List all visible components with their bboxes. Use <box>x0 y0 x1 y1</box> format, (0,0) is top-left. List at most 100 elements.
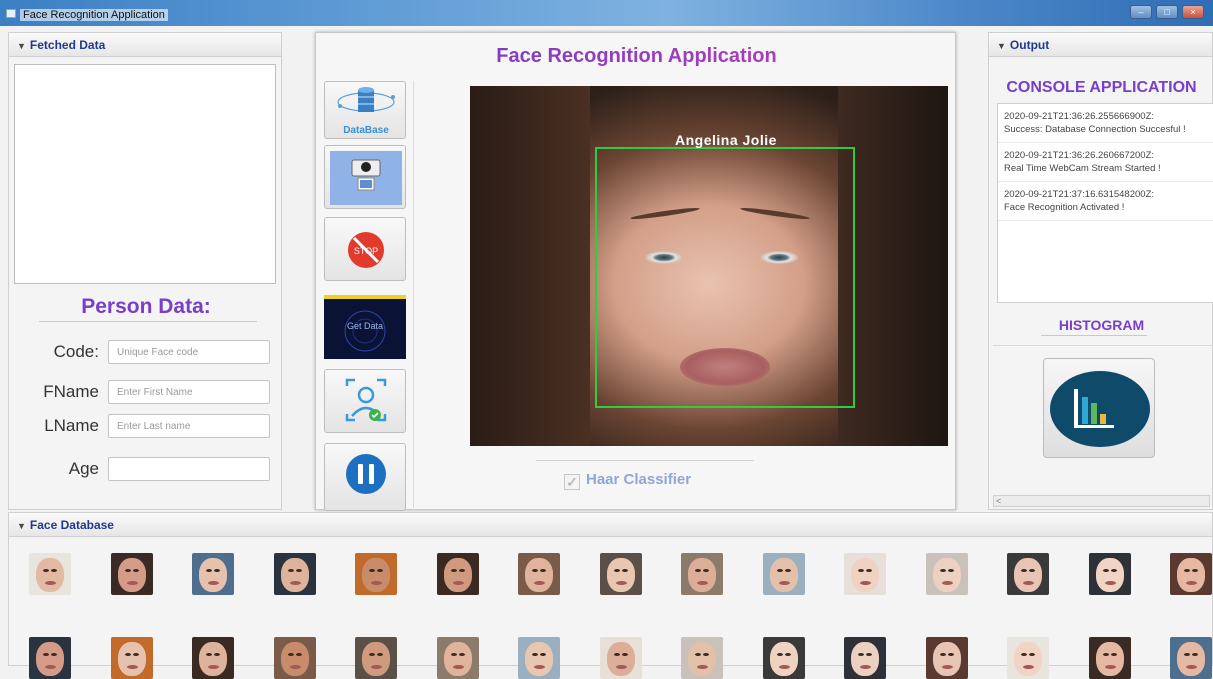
close-button[interactable]: × <box>1182 5 1204 19</box>
window-title: Face Recognition Application <box>20 9 168 21</box>
code-row: Code: Unique Face code <box>27 340 277 366</box>
face-thumbnail[interactable] <box>925 637 968 679</box>
thumbnail-eye <box>1029 653 1035 656</box>
camera-button[interactable] <box>324 145 406 209</box>
face-thumbnail[interactable] <box>29 637 71 679</box>
thumbnail-face <box>851 558 879 592</box>
face-thumbnail[interactable] <box>110 637 153 679</box>
database-button[interactable]: DataBase <box>324 81 406 139</box>
fname-input[interactable]: Enter First Name <box>108 380 270 404</box>
pause-button[interactable] <box>324 443 406 511</box>
thumbnail-face <box>362 558 390 592</box>
face-thumbnail[interactable] <box>110 553 153 595</box>
thumbnail-eye <box>1021 569 1027 572</box>
face-database-header[interactable]: ▼ Face Database <box>9 513 1212 537</box>
thumbnail-eye <box>858 569 864 572</box>
face-thumbnail[interactable] <box>1007 553 1049 595</box>
webcam-feed: Angelina Jolie <box>470 86 948 446</box>
face-thumbnail[interactable] <box>518 553 560 595</box>
face-thumbnail[interactable] <box>355 637 397 679</box>
thumbnail-eye <box>51 653 57 656</box>
thumbnail-eye <box>206 569 212 572</box>
thumbnail-face <box>117 558 146 592</box>
face-thumbnail[interactable] <box>192 637 234 679</box>
face-thumbnail[interactable] <box>355 553 397 595</box>
maximize-button[interactable]: □ <box>1156 5 1178 19</box>
thumbnail-face <box>688 642 716 676</box>
age-input[interactable] <box>108 457 270 481</box>
face-thumbnail[interactable] <box>436 637 479 679</box>
thumbnail-eye <box>1192 653 1198 656</box>
thumbnail-mouth <box>1104 581 1116 585</box>
face-thumbnail[interactable] <box>192 553 234 595</box>
face-thumbnail[interactable] <box>599 637 642 679</box>
face-thumbnail[interactable] <box>518 637 560 679</box>
fetched-data-header[interactable]: ▼ Fetched Data <box>9 33 281 57</box>
thumbnail-eye <box>1184 569 1190 572</box>
thumbnail-eye <box>458 653 465 656</box>
face-scan-button[interactable] <box>324 369 406 433</box>
thumbnail-eye <box>377 569 383 572</box>
thumbnail-eye <box>776 653 783 656</box>
age-row: Age <box>27 457 277 483</box>
face-thumbnail[interactable] <box>599 553 642 595</box>
haar-classifier-checkbox[interactable]: ✓ Haar Classifier <box>564 471 691 490</box>
face-thumbnail[interactable] <box>273 637 316 679</box>
lname-input[interactable]: Enter Last name <box>108 414 270 438</box>
thumbnail-face <box>1014 558 1042 592</box>
thumbnail-eye <box>1102 653 1109 656</box>
histogram-title: HISTOGRAM <box>1058 317 1145 333</box>
thumbnail-face <box>525 642 553 676</box>
thumbnail-face <box>36 642 64 676</box>
face-thumbnail[interactable] <box>1088 553 1131 595</box>
thumbnail-eye <box>287 653 294 656</box>
output-header[interactable]: ▼ Output <box>989 33 1212 57</box>
face-thumbnail[interactable] <box>1170 553 1212 595</box>
face-thumbnail[interactable] <box>273 553 316 595</box>
thumbnail-eye <box>1110 569 1117 572</box>
face-thumbnail[interactable] <box>29 553 71 595</box>
face-thumbnail[interactable] <box>1170 637 1212 679</box>
thumbnail-mouth <box>1023 581 1034 585</box>
collapse-triangle-icon: ▼ <box>17 521 26 531</box>
face-database-panel: ▼ Face Database <box>8 512 1213 679</box>
person-data-title: Person Data: <box>81 295 211 318</box>
thumbnail-face <box>117 642 146 676</box>
thumbnail-eye <box>132 653 139 656</box>
thumbnail-eye <box>866 569 872 572</box>
divider <box>536 460 754 461</box>
face-thumbnail[interactable] <box>844 553 886 595</box>
face-thumbnail[interactable] <box>762 637 805 679</box>
svg-text:DataBase: DataBase <box>343 125 389 136</box>
histogram-button[interactable] <box>1043 358 1155 458</box>
fetched-data-list[interactable] <box>14 64 276 284</box>
face-thumbnail[interactable] <box>681 553 723 595</box>
thumbnail-mouth <box>778 581 790 585</box>
thumbnail-mouth <box>371 581 382 585</box>
stop-button[interactable]: STOP <box>324 217 406 281</box>
face-thumbnail[interactable] <box>925 553 968 595</box>
face-thumbnail[interactable] <box>1088 637 1131 679</box>
svg-text:Get Data: Get Data <box>347 321 383 331</box>
lname-row: LName Enter Last name <box>27 414 277 440</box>
thumbnail-eye <box>540 653 546 656</box>
thumbnail-eye <box>51 569 57 572</box>
horizontal-scrollbar[interactable]: < <box>993 495 1210 507</box>
face-thumbnail[interactable] <box>1007 637 1049 679</box>
code-input[interactable]: Unique Face code <box>108 340 270 364</box>
divider <box>1041 335 1147 336</box>
collapse-triangle-icon: ▼ <box>17 41 26 51</box>
face-thumbnail[interactable] <box>436 553 479 595</box>
face-thumbnail[interactable] <box>681 637 723 679</box>
thumbnail-eye <box>695 569 701 572</box>
face-thumbnail[interactable] <box>762 553 805 595</box>
app-title: Face Recognition Application <box>316 45 957 68</box>
get-data-button[interactable]: Get Data <box>324 295 406 359</box>
thumbnail-eye <box>540 569 546 572</box>
haar-classifier-label: Haar Classifier <box>586 471 692 488</box>
console-log[interactable]: 2020-09-21T21:36:26.255666900Z: Success: … <box>997 103 1213 303</box>
thumbnail-face <box>36 558 64 592</box>
minimize-button[interactable]: – <box>1130 5 1152 19</box>
face-thumbnail[interactable] <box>844 637 886 679</box>
histogram-icon <box>1050 371 1150 447</box>
